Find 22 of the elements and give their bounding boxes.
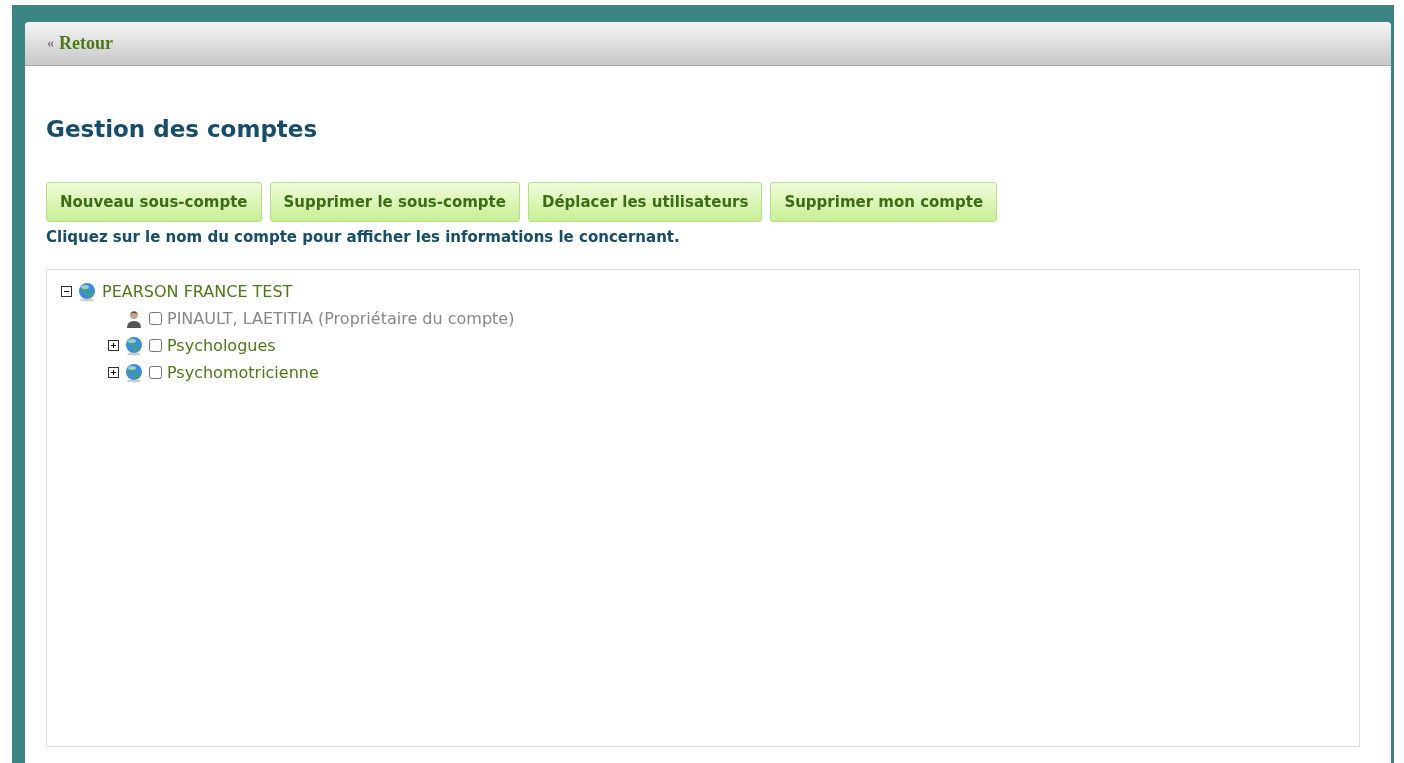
globe-icon — [77, 281, 97, 302]
person-icon — [124, 308, 144, 329]
back-link[interactable]: « Retour — [47, 33, 113, 54]
globe-icon — [124, 335, 144, 356]
account-name[interactable]: Psychologues — [167, 336, 276, 355]
page-title: Gestion des comptes — [46, 116, 319, 142]
action-button[interactable]: Supprimer mon compte — [770, 182, 998, 222]
hint-text: Cliquez sur le nom du compte pour afficher les informations le concernant. — [46, 228, 681, 246]
checkbox[interactable] — [149, 312, 162, 325]
double-chevron-icon: « — [47, 35, 54, 52]
globe-icon — [124, 362, 144, 383]
account-name[interactable]: PEARSON FRANCE TEST — [102, 282, 293, 301]
expand-icon[interactable] — [108, 367, 119, 378]
collapse-icon[interactable] — [61, 286, 72, 297]
checkbox[interactable] — [149, 366, 162, 379]
user-name[interactable]: PINAULT, LAETITIA (Propriétaire du compte) — [167, 309, 515, 328]
account-name[interactable]: Psychomotricienne — [167, 363, 319, 382]
checkbox[interactable] — [149, 339, 162, 352]
action-button[interactable]: Supprimer le sous-compte — [269, 182, 520, 222]
action-button[interactable]: Nouveau sous-compte — [46, 182, 262, 222]
expand-icon[interactable] — [108, 340, 119, 351]
action-button[interactable]: Déplacer les utilisateurs — [527, 182, 763, 222]
